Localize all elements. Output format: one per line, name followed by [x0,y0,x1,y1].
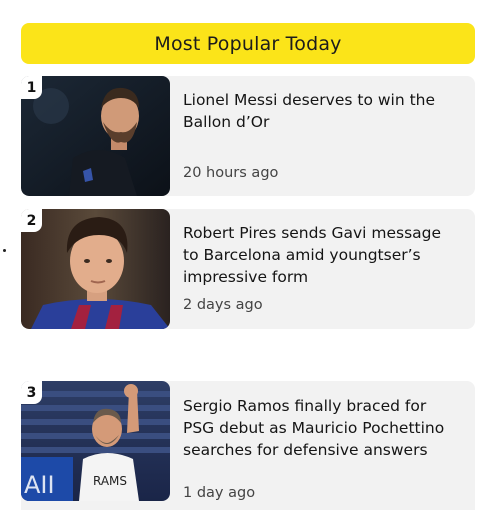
article-card-1[interactable]: 1 Lionel Messi deserves to win the Ballo… [21,76,475,196]
most-popular-header: Most Popular Today [21,23,475,64]
article-title-2[interactable]: Robert Pires sends Gavi message to Barce… [183,222,461,288]
svg-text:RAMS: RAMS [93,474,127,488]
article-time-2: 2 days ago [183,297,263,313]
article-title-3[interactable]: Sergio Ramos finally braced for PSG debu… [183,395,461,461]
article-time-3: 1 day ago [183,485,256,501]
article-card-3[interactable]: AII RAMS 3 Sergio Ramos finally braced f… [21,381,475,510]
article-thumbnail-2[interactable] [21,209,170,329]
stray-dot [3,249,6,252]
article-thumbnail-3[interactable]: AII RAMS [21,381,170,501]
article-title-1[interactable]: Lionel Messi deserves to win the Ballon … [183,89,461,133]
svg-text:AII: AII [24,471,55,499]
rank-badge-3: 3 [21,381,42,404]
ramos-photo-icon: AII RAMS [21,381,170,501]
article-card-2[interactable]: 2 Robert Pires sends Gavi message to Bar… [21,209,475,329]
article-thumbnail-1[interactable] [21,76,170,196]
rank-badge-1: 1 [21,76,42,99]
gavi-photo-icon [21,209,170,329]
article-time-1: 20 hours ago [183,165,279,181]
rank-badge-2: 2 [21,209,42,232]
messi-photo-icon [21,76,170,196]
section-title: Most Popular Today [154,32,342,55]
